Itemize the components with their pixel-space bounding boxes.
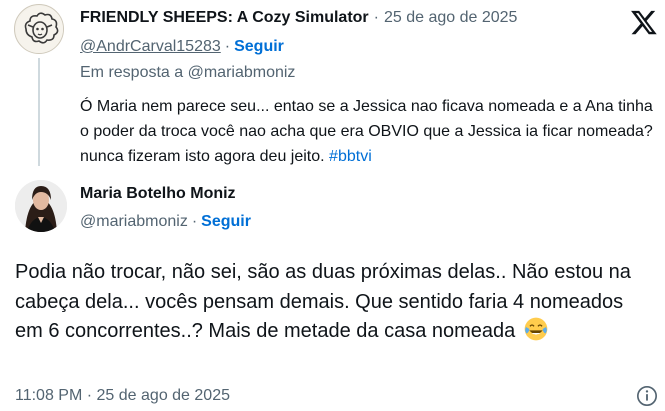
main-tweet-text: Podia não trocar, não sei, são as duas p… <box>15 258 655 347</box>
separator-dot: · <box>86 387 97 404</box>
reply-to-label[interactable]: Em resposta a @mariabmoniz <box>80 64 295 82</box>
parent-follow-button[interactable]: Seguir <box>234 38 284 56</box>
main-follow-button[interactable]: Seguir <box>201 213 251 231</box>
separator-dot: · <box>191 213 198 230</box>
person-avatar-icon <box>15 180 67 232</box>
parent-handle-row: @AndrCarval15283 · Seguir <box>80 38 284 56</box>
parent-tweet-header: FRIENDLY SHEEPS: A Cozy Simulator · 25 d… <box>80 9 517 27</box>
parent-author-handle[interactable]: @AndrCarval15283 <box>80 38 221 56</box>
main-handle-row: @mariabmoniz · Seguir <box>80 213 251 231</box>
parent-author-name[interactable]: FRIENDLY SHEEPS: A Cozy Simulator <box>80 9 369 27</box>
parent-tweet-date[interactable]: 25 de ago de 2025 <box>384 9 517 27</box>
sheep-avatar[interactable] <box>14 4 64 54</box>
tweet-time: 11:08 PM <box>15 387 83 404</box>
sheep-avatar-icon <box>16 6 63 53</box>
separator-dot: · <box>224 38 231 55</box>
info-icon[interactable] <box>636 385 658 407</box>
face-with-tears-of-joy-icon <box>524 317 548 341</box>
main-author-name[interactable]: Maria Botelho Moniz <box>80 185 236 203</box>
main-author-handle[interactable]: @mariabmoniz <box>80 213 188 231</box>
tweet-embed: FRIENDLY SHEEPS: A Cozy Simulator · 25 d… <box>0 0 665 411</box>
hashtag-link[interactable]: #bbtvi <box>329 148 372 165</box>
parent-tweet-text: Ó Maria nem parece seu... entao se a Jes… <box>80 94 655 169</box>
thread-connector-line <box>38 58 40 166</box>
maria-avatar[interactable] <box>15 180 67 232</box>
x-logo-icon[interactable] <box>630 8 658 36</box>
separator-dot: · <box>373 9 379 26</box>
tweet-timestamp[interactable]: 11:08 PM · 25 de ago de 2025 <box>15 387 230 405</box>
tweet-date: 25 de ago de 2025 <box>96 387 230 404</box>
